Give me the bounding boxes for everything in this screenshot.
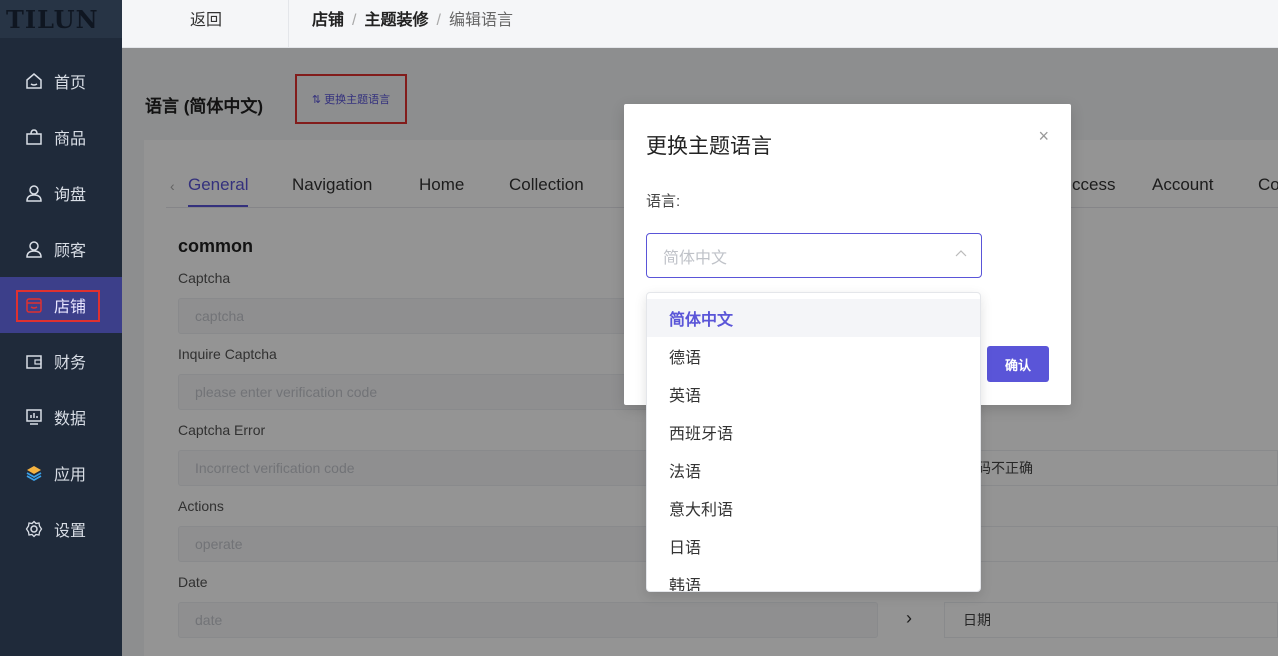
breadcrumb-store[interactable]: 店铺 bbox=[312, 12, 344, 29]
option-japanese[interactable]: 日语 bbox=[647, 527, 980, 565]
sidebar-item-finance[interactable]: 财务 bbox=[0, 333, 122, 389]
monitor-icon bbox=[24, 407, 44, 427]
chevron-up-icon bbox=[955, 250, 967, 257]
option-korean[interactable]: 韩语 bbox=[647, 565, 980, 591]
language-dropdown: 简体中文 德语 英语 西班牙语 法语 意大利语 日语 韩语 bbox=[646, 292, 981, 592]
sidebar-item-apps[interactable]: 应用 bbox=[0, 445, 122, 501]
user-icon bbox=[24, 239, 44, 259]
option-french[interactable]: 法语 bbox=[647, 451, 980, 489]
sidebar-item-customers[interactable]: 顾客 bbox=[0, 221, 122, 277]
sidebar: TILUN 首页 商品 询盘 顾客 店铺 财务 数据 应用 设置 bbox=[0, 0, 122, 656]
sidebar-item-home[interactable]: 首页 bbox=[0, 53, 122, 109]
topbar-divider bbox=[288, 0, 289, 48]
sidebar-item-store[interactable]: 店铺 bbox=[0, 277, 122, 333]
sidebar-item-label: 询盘 bbox=[54, 187, 87, 204]
language-label: 语言: bbox=[646, 193, 681, 210]
highlight-box bbox=[16, 290, 100, 322]
sidebar-item-label: 顾客 bbox=[54, 243, 87, 260]
sidebar-item-settings[interactable]: 设置 bbox=[0, 501, 122, 557]
option-simplified-chinese[interactable]: 简体中文 bbox=[647, 299, 980, 337]
logo: TILUN bbox=[0, 0, 122, 38]
bag-icon bbox=[24, 127, 44, 147]
breadcrumb: 店铺 / 主题装修 / 编辑语言 bbox=[312, 12, 513, 29]
confirm-button[interactable]: 确认 bbox=[987, 346, 1049, 382]
sidebar-item-inquiry[interactable]: 询盘 bbox=[0, 165, 122, 221]
option-spanish[interactable]: 西班牙语 bbox=[647, 413, 980, 451]
wallet-icon bbox=[24, 351, 44, 371]
topbar: 返回 店铺 / 主题装修 / 编辑语言 bbox=[122, 0, 1278, 48]
sidebar-item-label: 首页 bbox=[54, 75, 87, 92]
sidebar-item-label: 商品 bbox=[54, 131, 87, 148]
option-german[interactable]: 德语 bbox=[647, 337, 980, 375]
sidebar-item-data[interactable]: 数据 bbox=[0, 389, 122, 445]
select-placeholder: 简体中文 bbox=[663, 249, 728, 267]
apps-icon bbox=[24, 463, 44, 483]
breadcrumb-theme[interactable]: 主题装修 bbox=[364, 12, 428, 29]
gear-icon bbox=[24, 519, 44, 539]
sidebar-item-label: 设置 bbox=[54, 523, 87, 540]
user-icon bbox=[24, 183, 44, 203]
option-english[interactable]: 英语 bbox=[647, 375, 980, 413]
option-italian[interactable]: 意大利语 bbox=[647, 489, 980, 527]
modal-title: 更换主题语言 bbox=[646, 135, 772, 158]
language-select[interactable]: 简体中文 bbox=[646, 233, 982, 278]
breadcrumb-current: 编辑语言 bbox=[448, 12, 513, 29]
back-link[interactable]: 返回 bbox=[190, 6, 222, 30]
close-icon[interactable]: × bbox=[1038, 126, 1049, 147]
sidebar-item-label: 财务 bbox=[54, 355, 87, 372]
sidebar-item-label: 数据 bbox=[54, 411, 87, 428]
sidebar-item-products[interactable]: 商品 bbox=[0, 109, 122, 165]
sidebar-item-label: 应用 bbox=[54, 467, 87, 484]
home-icon bbox=[24, 71, 44, 91]
